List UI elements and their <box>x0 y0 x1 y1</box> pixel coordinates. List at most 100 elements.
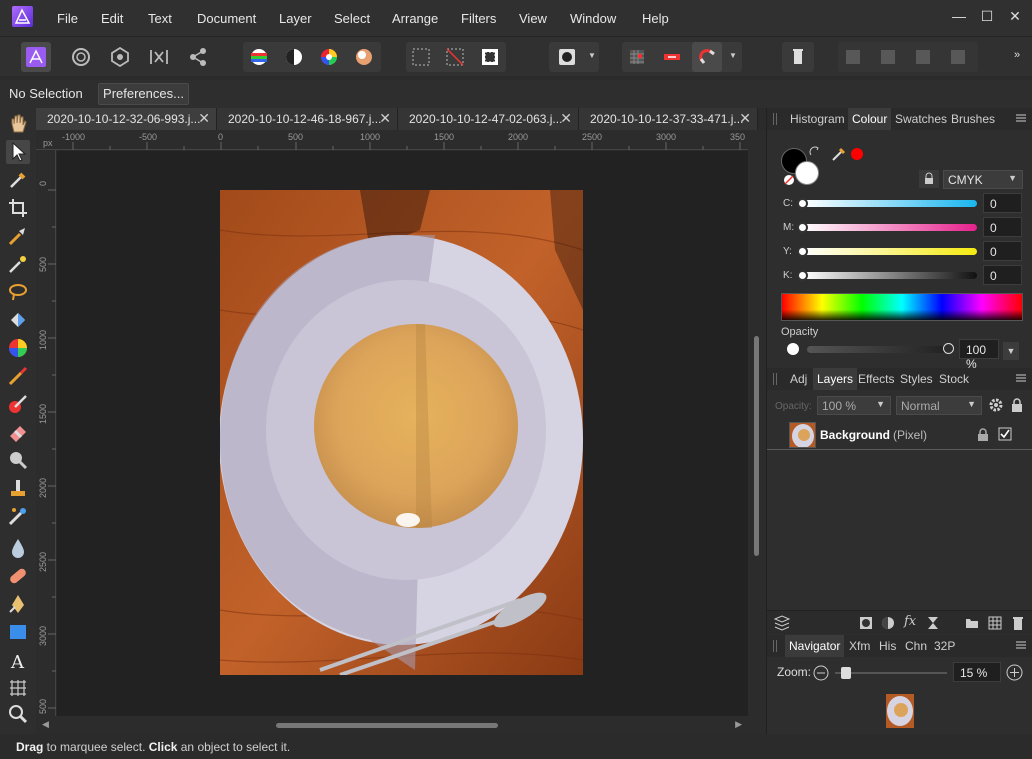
auto-contrast-icon[interactable] <box>279 42 309 72</box>
assistant-icon[interactable] <box>622 42 652 72</box>
tab-stock[interactable]: Stock <box>939 372 969 386</box>
clone-brush-tool-icon[interactable] <box>6 476 30 500</box>
canvas[interactable] <box>57 151 748 716</box>
lock-icon[interactable] <box>1010 397 1024 413</box>
menu-window[interactable]: Window <box>570 11 616 26</box>
tab-brushes[interactable]: Brushes <box>951 112 995 126</box>
patch-tool-icon[interactable] <box>6 564 30 588</box>
delete-layer-icon[interactable] <box>1011 615 1025 631</box>
quick-mask-dropdown-icon[interactable]: ▼ <box>588 51 596 60</box>
menu-edit[interactable]: Edit <box>101 11 123 26</box>
document-image[interactable] <box>220 190 583 675</box>
paint-brush-tool-icon[interactable] <box>6 364 30 388</box>
picked-colour-swatch[interactable] <box>851 148 863 160</box>
mesh-warp-tool-icon[interactable] <box>6 676 30 700</box>
trash-icon[interactable] <box>783 42 813 72</box>
close-tab-icon[interactable]: ✕ <box>739 110 751 127</box>
panel-grip-icon[interactable] <box>773 113 777 125</box>
close-tab-icon[interactable]: ✕ <box>379 110 391 127</box>
tab-adjustments[interactable]: Adj <box>790 372 807 386</box>
vertical-scrollbar[interactable] <box>748 130 766 734</box>
panel-grip-icon[interactable] <box>773 640 777 652</box>
menu-text[interactable]: Text <box>148 11 172 26</box>
snapping-dropdown-icon[interactable]: ▼ <box>729 51 737 60</box>
selection-brush-tool-icon[interactable] <box>6 224 30 248</box>
blend-mode-select[interactable]: Normal ▼ <box>896 396 982 415</box>
layer-row[interactable]: Background (Pixel) <box>767 420 1032 450</box>
magenta-slider-knob[interactable] <box>797 222 808 233</box>
add-group-icon[interactable] <box>965 616 979 630</box>
layer-visibility-checkbox[interactable] <box>998 427 1012 441</box>
crop-tool-icon[interactable] <box>6 196 30 220</box>
menu-filters[interactable]: Filters <box>461 11 496 26</box>
cyan-slider-knob[interactable] <box>797 198 808 209</box>
yellow-slider-knob[interactable] <box>797 246 808 257</box>
menu-arrange[interactable]: Arrange <box>392 11 438 26</box>
tab-navigator[interactable]: Navigator <box>785 635 845 657</box>
vertical-ruler[interactable]: 0 500 1000 1500 2000 2500 3000 500 <box>36 150 56 716</box>
panel-grip-icon[interactable] <box>773 373 777 385</box>
opacity-dropdown-icon[interactable]: ▼ <box>1003 342 1019 360</box>
move-to-back-icon[interactable] <box>838 42 868 72</box>
zoom-tool-icon[interactable] <box>6 702 30 726</box>
key-slider[interactable] <box>803 272 977 279</box>
tab-layers[interactable]: Layers <box>813 368 858 390</box>
secondary-colour-swatch[interactable] <box>795 161 819 185</box>
scroll-left-icon[interactable]: ◀ <box>42 719 49 730</box>
menu-help[interactable]: Help <box>642 11 669 26</box>
pen-tool-icon[interactable] <box>6 592 30 616</box>
layer-lock-icon[interactable] <box>977 428 989 442</box>
opacity-value-field[interactable]: 100 % <box>959 339 999 371</box>
flood-select-tool-icon[interactable] <box>6 252 30 276</box>
move-to-front-icon[interactable] <box>943 42 973 72</box>
colour-model-select[interactable]: CMYK ▼ <box>943 170 1023 189</box>
adjustment-icon[interactable] <box>881 616 895 630</box>
menu-document[interactable]: Document <box>197 11 256 26</box>
panel-menu-icon[interactable] <box>1015 372 1027 384</box>
gradient-tool-icon[interactable] <box>6 336 30 360</box>
tab-colour[interactable]: Colour <box>848 108 892 130</box>
invert-selection-icon[interactable] <box>475 42 505 72</box>
lock-icon[interactable] <box>919 170 939 188</box>
transparent-colour-icon[interactable] <box>783 174 795 186</box>
menu-layer[interactable]: Layer <box>279 11 312 26</box>
swap-colours-icon[interactable] <box>809 146 821 158</box>
navigator-preview[interactable] <box>886 694 914 728</box>
scroll-right-icon[interactable]: ▶ <box>735 719 742 730</box>
preferences-button[interactable]: Preferences... <box>98 83 189 105</box>
opacity-slider-knob[interactable] <box>943 343 954 354</box>
affinity-photo-logo[interactable] <box>12 6 33 27</box>
liquify-persona-button[interactable] <box>66 42 96 72</box>
export-persona-button[interactable] <box>183 42 213 72</box>
horizontal-scroll-thumb[interactable] <box>276 723 498 728</box>
move-tool-icon[interactable] <box>6 140 30 164</box>
tab-history[interactable]: His <box>879 639 896 653</box>
tone-mapping-persona-button[interactable] <box>144 42 174 72</box>
horizontal-ruler[interactable]: -1000 -500 0 500 1000 1500 2000 2500 300… <box>36 130 748 150</box>
zoom-slider-knob[interactable] <box>841 667 851 679</box>
tab-channels[interactable]: Chn <box>905 639 927 653</box>
deselect-icon[interactable] <box>440 42 470 72</box>
zoom-out-icon[interactable] <box>813 665 829 681</box>
cyan-value-field[interactable]: 0 <box>983 193 1022 213</box>
panel-menu-icon[interactable] <box>1015 639 1027 651</box>
menu-select[interactable]: Select <box>334 11 370 26</box>
auto-colour-icon[interactable] <box>314 42 344 72</box>
text-tool-icon[interactable]: A <box>6 648 30 673</box>
magenta-value-field[interactable]: 0 <box>983 217 1022 237</box>
blur-brush-tool-icon[interactable] <box>6 536 30 560</box>
maximize-button[interactable]: ☐ <box>980 9 994 23</box>
menu-view[interactable]: View <box>519 11 547 26</box>
colour-picker-icon[interactable] <box>831 146 847 162</box>
tab-transform[interactable]: Xfm <box>849 639 870 653</box>
document-tab[interactable]: 2020-10-10-12-46-18-967.j... ✕ <box>217 108 398 130</box>
healing-brush-tool-icon[interactable] <box>6 504 30 528</box>
view-tool-icon[interactable] <box>6 112 30 136</box>
menu-file[interactable]: File <box>57 11 78 26</box>
close-tab-icon[interactable]: ✕ <box>560 110 572 127</box>
gear-icon[interactable] <box>988 397 1004 413</box>
layer-stack-icon[interactable] <box>773 615 791 631</box>
opacity-slider[interactable] <box>807 346 947 353</box>
flood-fill-tool-icon[interactable] <box>6 308 30 332</box>
colour-picker-tool-icon[interactable] <box>6 168 30 192</box>
